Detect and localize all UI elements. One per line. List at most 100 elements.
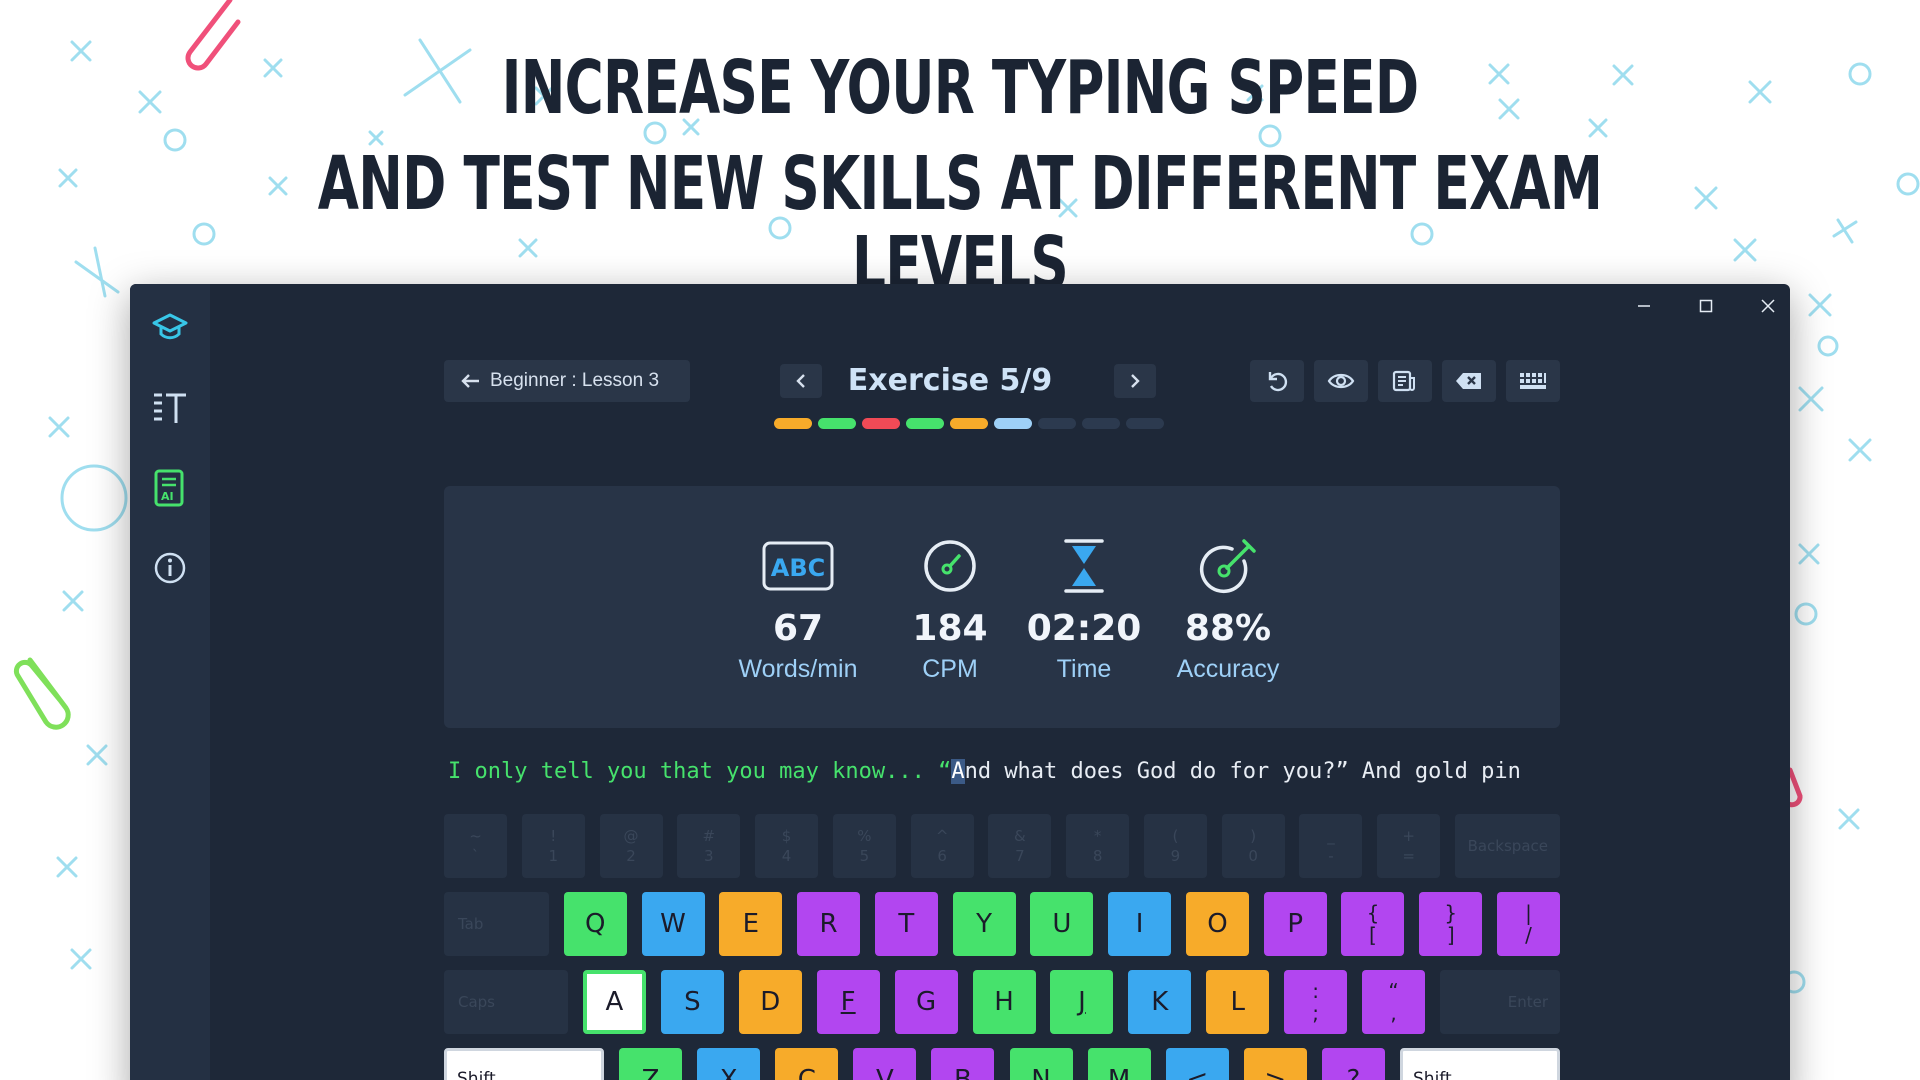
key-x[interactable]: X <box>697 1048 761 1080</box>
chevron-right-icon <box>1131 374 1140 388</box>
key-p[interactable]: P <box>1263 892 1327 956</box>
key-label: R <box>819 909 838 939</box>
key-c[interactable]: C <box>775 1048 839 1080</box>
key-l[interactable]: L <box>1206 970 1270 1034</box>
key-q[interactable]: Q <box>563 892 627 956</box>
key-label: S <box>684 987 701 1017</box>
key-[interactable]: > <box>1243 1048 1307 1080</box>
key-[interactable]: | / <box>1497 892 1560 956</box>
key-label: A <box>605 987 624 1017</box>
key-m[interactable]: M <box>1087 1048 1151 1080</box>
key-v[interactable]: V <box>853 1048 917 1080</box>
key-label: Caps <box>458 993 496 1011</box>
key-j[interactable]: J <box>1050 970 1114 1034</box>
next-exercise-button[interactable] <box>1114 364 1156 398</box>
chevron-left-icon <box>796 374 805 388</box>
key-shift-label: “ <box>1388 979 1399 1003</box>
ai-document-icon[interactable]: AI <box>150 468 190 508</box>
key-r[interactable]: R <box>797 892 861 956</box>
key-label: Shift <box>457 1069 496 1080</box>
key-[interactable]: ? <box>1321 1048 1385 1080</box>
key-[interactable]: :; <box>1284 970 1348 1034</box>
key-a[interactable]: A <box>582 970 646 1034</box>
key-4[interactable]: $4 <box>755 814 819 878</box>
key-h[interactable]: H <box>972 970 1036 1034</box>
typed-text: I only tell you that you may know... “ <box>448 759 952 784</box>
key-label: D <box>760 987 781 1017</box>
key-d[interactable]: D <box>738 970 802 1034</box>
key-u[interactable]: U <box>1030 892 1094 956</box>
key-t[interactable]: T <box>874 892 938 956</box>
time-value: 02:20 <box>1026 608 1142 649</box>
back-to-lesson-button[interactable]: Beginner : Lesson 3 <box>444 360 690 402</box>
key-shift[interactable]: Shift <box>1400 1048 1560 1080</box>
key-w[interactable]: W <box>641 892 705 956</box>
key-caps[interactable]: Caps <box>444 970 568 1034</box>
key-f[interactable]: F <box>816 970 880 1034</box>
key-2[interactable]: @2 <box>599 814 663 878</box>
key-label: W <box>660 909 686 939</box>
key-label: I <box>1135 909 1144 939</box>
key-[interactable]: }] <box>1419 892 1483 956</box>
key-[interactable]: < <box>1165 1048 1229 1080</box>
close-button[interactable] <box>1738 288 1790 324</box>
minimize-button[interactable] <box>1614 288 1674 324</box>
key-shift-label: $ <box>781 827 792 845</box>
key-9[interactable]: (9 <box>1143 814 1207 878</box>
key-label: 4 <box>781 847 792 865</box>
key-[interactable]: ~ ` <box>444 814 507 878</box>
key-label: 6 <box>937 847 947 865</box>
key-z[interactable]: Z <box>619 1048 683 1080</box>
text-size-icon[interactable] <box>150 388 190 428</box>
key-o[interactable]: O <box>1185 892 1249 956</box>
key-[interactable]: “, <box>1362 970 1426 1034</box>
key-e[interactable]: E <box>719 892 783 956</box>
target-icon <box>1148 538 1308 594</box>
key-b[interactable]: B <box>931 1048 995 1080</box>
key-1[interactable]: ! 1 <box>521 814 585 878</box>
previous-exercise-button[interactable] <box>780 364 822 398</box>
key-s[interactable]: S <box>660 970 724 1034</box>
key-i[interactable]: I <box>1108 892 1172 956</box>
graduation-cap-icon[interactable] <box>150 308 190 348</box>
key-g[interactable]: G <box>894 970 958 1034</box>
time-label: Time <box>1056 655 1112 683</box>
wpm-value: 67 <box>772 608 824 649</box>
key-[interactable]: {[ <box>1341 892 1405 956</box>
key-5[interactable]: % 5 <box>832 814 896 878</box>
backspace-setting-button[interactable] <box>1442 360 1496 402</box>
key-label: 2 <box>626 847 636 865</box>
key-backspace[interactable]: Backspace <box>1455 814 1560 878</box>
key-label: , <box>1390 1001 1397 1025</box>
restart-button[interactable] <box>1250 360 1304 402</box>
key-label: [ <box>1369 923 1377 947</box>
key-[interactable]: + = <box>1377 814 1441 878</box>
key-6[interactable]: ^ 6 <box>910 814 974 878</box>
key-label: L <box>1230 987 1246 1017</box>
stat-words-per-min: ABC 67 Words/min <box>718 538 878 684</box>
key-enter[interactable]: Enter <box>1440 970 1560 1034</box>
typing-text[interactable]: I only tell you that you may know... “An… <box>448 754 1568 790</box>
maximize-button[interactable] <box>1676 288 1736 324</box>
key-label: 1 <box>548 847 559 865</box>
key-8[interactable]: * 8 <box>1066 814 1130 878</box>
remaining-text: nd what does God do for you?” And gold p… <box>964 759 1521 784</box>
key-tab[interactable]: Tab <box>444 892 549 956</box>
key-k[interactable]: K <box>1128 970 1192 1034</box>
key-shift[interactable]: Shift <box>444 1048 604 1080</box>
on-screen-keyboard: ~ `! 1 @2 #3 $4% 5 ^ 6 & 7 * 8(9) 0 _ - + = Backspace Tab Q W… <box>444 814 1560 1080</box>
key-y[interactable]: Y <box>952 892 1016 956</box>
abc-icon: ABC <box>718 538 878 594</box>
info-icon[interactable] <box>150 548 190 588</box>
key-shift-label: ) <box>1250 827 1257 845</box>
key-[interactable]: _ - <box>1299 814 1363 878</box>
key-7[interactable]: & 7 <box>988 814 1052 878</box>
key-0[interactable]: ) 0 <box>1221 814 1285 878</box>
preview-button[interactable] <box>1314 360 1368 402</box>
keyboard-toggle-button[interactable] <box>1506 360 1560 402</box>
arrow-left-icon <box>461 374 479 388</box>
lesson-text-button[interactable] <box>1378 360 1432 402</box>
key-label: Z <box>641 1065 660 1080</box>
key-n[interactable]: N <box>1009 1048 1073 1080</box>
key-3[interactable]: #3 <box>677 814 741 878</box>
